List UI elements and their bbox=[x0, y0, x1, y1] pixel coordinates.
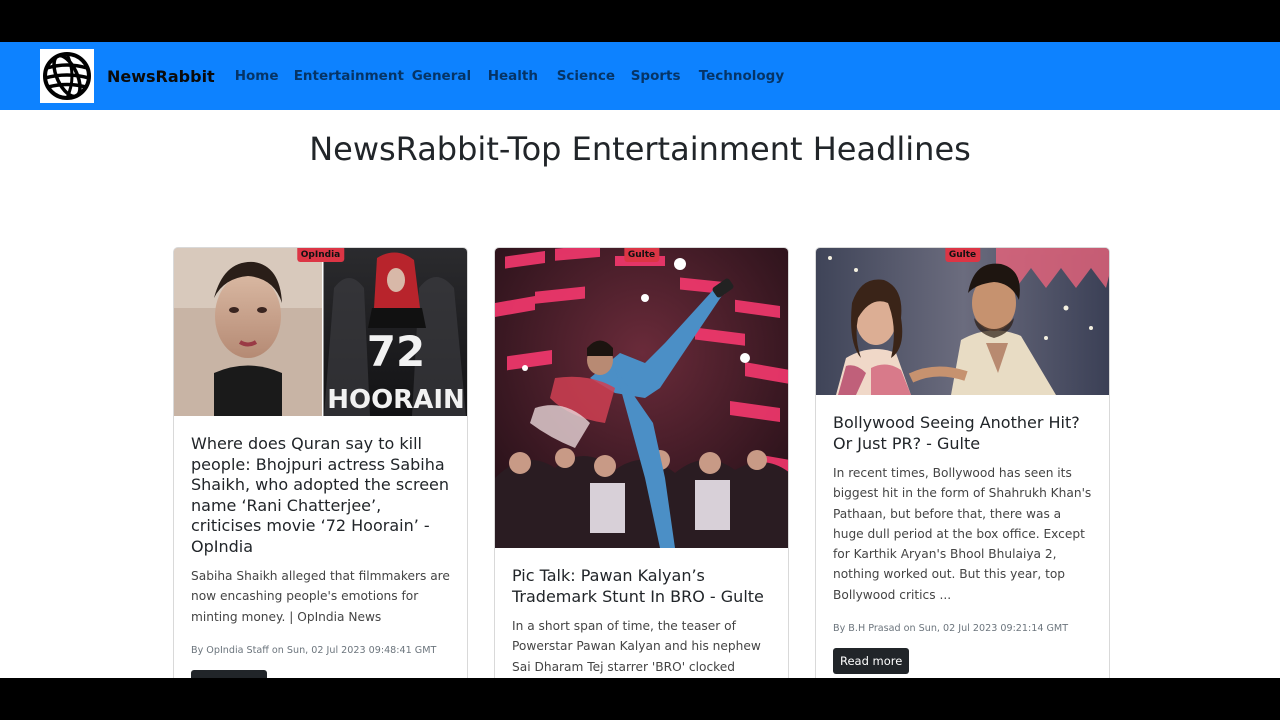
logo[interactable] bbox=[40, 49, 94, 103]
read-more-button[interactable]: Read more bbox=[833, 648, 910, 675]
nav-link-technology[interactable]: Technology bbox=[699, 68, 784, 84]
nav-link-science[interactable]: Science bbox=[557, 68, 631, 84]
news-thumbnail bbox=[816, 248, 1109, 395]
news-card-description: In a short span of time, the teaser of P… bbox=[512, 619, 761, 674]
read-more-button[interactable]: Read more bbox=[191, 669, 268, 678]
news-card-image[interactable]: OpIndia 72 HOORAIN bbox=[174, 248, 467, 416]
news-card-body: Pic Talk: Pawan Kalyan’s Trademark Stunt… bbox=[495, 548, 788, 678]
nav-link-sports[interactable]: Sports bbox=[631, 68, 699, 84]
source-badge: Gulte bbox=[623, 248, 660, 262]
news-card-title[interactable]: Pic Talk: Pawan Kalyan’s Trademark Stunt… bbox=[512, 566, 771, 607]
news-card: Gulte bbox=[494, 247, 789, 678]
news-card-title[interactable]: Bollywood Seeing Another Hit? Or Just PR… bbox=[833, 413, 1092, 454]
news-thumbnail bbox=[495, 248, 788, 548]
nav-link-home[interactable]: Home bbox=[235, 68, 294, 84]
browser-viewport: NewsRabbit Home Entertainment General He… bbox=[0, 42, 1280, 678]
svg-text:HOORAIN: HOORAIN bbox=[327, 385, 465, 415]
source-badge: OpIndia bbox=[296, 248, 345, 262]
nav-link-health[interactable]: Health bbox=[488, 68, 557, 84]
nav-links: Home Entertainment General Health Scienc… bbox=[235, 68, 784, 84]
news-card-description: In recent times, Bollywood has seen its … bbox=[833, 466, 1092, 602]
nav-link-entertainment[interactable]: Entertainment bbox=[294, 68, 412, 84]
page-title: NewsRabbit-Top Entertainment Headlines bbox=[309, 130, 971, 168]
news-card: OpIndia 72 HOORAIN Where does Quran say … bbox=[173, 247, 468, 678]
source-badge: Gulte bbox=[944, 248, 981, 262]
navbar: NewsRabbit Home Entertainment General He… bbox=[0, 42, 1280, 110]
globe-icon bbox=[43, 52, 91, 100]
news-card-meta: By OpIndia Staff on Sun, 02 Jul 2023 09:… bbox=[191, 644, 437, 656]
news-card-meta: By B.H Prasad on Sun, 02 Jul 2023 09:21:… bbox=[833, 623, 1069, 635]
screen: NewsRabbit Home Entertainment General He… bbox=[0, 0, 1280, 720]
brand-name[interactable]: NewsRabbit bbox=[107, 67, 215, 86]
news-card-image[interactable]: Gulte bbox=[816, 248, 1109, 395]
news-card: Gulte bbox=[815, 247, 1110, 678]
news-thumbnail: 72 HOORAIN bbox=[174, 248, 467, 416]
news-card-image[interactable]: Gulte bbox=[495, 248, 788, 548]
news-card-body: Where does Quran say to kill people: Bho… bbox=[174, 416, 467, 678]
news-card-title[interactable]: Where does Quran say to kill people: Bho… bbox=[191, 434, 450, 557]
news-card-description: Sabiha Shaikh alleged that filmmakers ar… bbox=[191, 569, 450, 624]
news-card-body: Bollywood Seeing Another Hit? Or Just PR… bbox=[816, 395, 1109, 678]
nav-link-general[interactable]: General bbox=[412, 68, 488, 84]
svg-text:72: 72 bbox=[367, 327, 425, 376]
